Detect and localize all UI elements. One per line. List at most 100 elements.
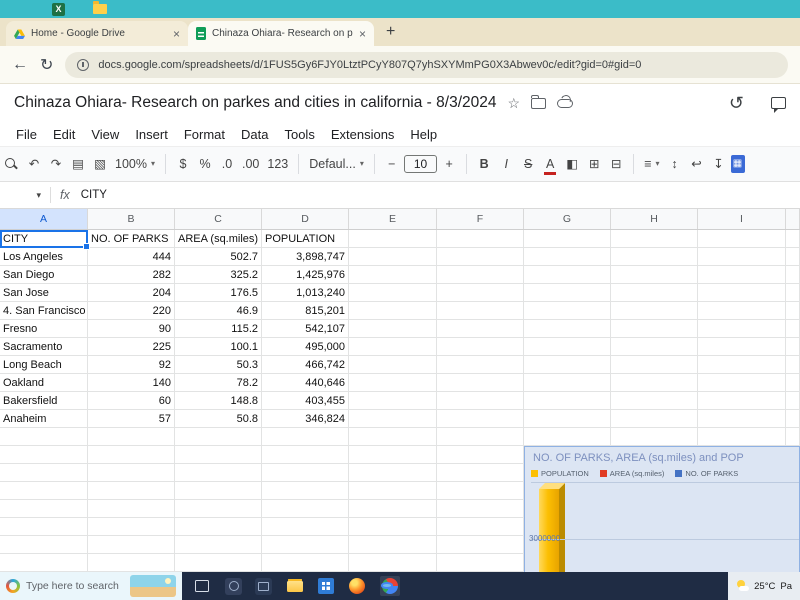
file-explorer-icon[interactable] [285, 576, 305, 596]
cell-A14[interactable] [0, 464, 88, 482]
app-icon-2[interactable] [255, 578, 272, 595]
font-size-input[interactable]: 10 [404, 155, 437, 173]
cell-E11[interactable] [349, 410, 437, 428]
cell-F19[interactable] [437, 554, 524, 572]
cell-G9[interactable] [524, 374, 611, 392]
column-header-D[interactable]: D [262, 209, 349, 229]
cell-C14[interactable] [175, 464, 262, 482]
column-header-G[interactable]: G [524, 209, 611, 229]
cell-E7[interactable] [349, 338, 437, 356]
cell-B19[interactable] [88, 554, 175, 572]
url-bar[interactable]: docs.google.com/spreadsheets/d/1FUS5Gy6F… [65, 52, 788, 78]
cell-B16[interactable] [88, 500, 175, 518]
star-icon[interactable]: ☆ [507, 96, 520, 110]
cell-F5[interactable] [437, 302, 524, 320]
menu-format[interactable]: Format [176, 125, 233, 144]
cell-E3[interactable] [349, 266, 437, 284]
chrome-icon[interactable] [380, 576, 400, 596]
menu-view[interactable]: View [83, 125, 127, 144]
cell-B11[interactable]: 57 [88, 410, 175, 428]
cell-C13[interactable] [175, 446, 262, 464]
column-header-B[interactable]: B [88, 209, 175, 229]
refresh-icon[interactable]: ↻ [40, 55, 53, 75]
cell-A10[interactable]: Bakersfield [0, 392, 88, 410]
cell-E4[interactable] [349, 284, 437, 302]
cell-C4[interactable]: 176.5 [175, 284, 262, 302]
font-family-select[interactable]: Defaul...▾ [306, 154, 367, 175]
cell-J1[interactable] [786, 230, 800, 248]
close-tab-icon[interactable]: × [359, 27, 366, 41]
cell-D17[interactable] [262, 518, 349, 536]
cell-C6[interactable]: 115.2 [175, 320, 262, 338]
cell-G8[interactable] [524, 356, 611, 374]
cell-E15[interactable] [349, 482, 437, 500]
firefox-icon[interactable] [347, 576, 367, 596]
strikethrough-icon[interactable]: S [518, 154, 538, 175]
text-color-icon[interactable]: A [540, 154, 560, 175]
cell-D11[interactable]: 346,824 [262, 410, 349, 428]
menu-extensions[interactable]: Extensions [323, 125, 403, 144]
column-header-C[interactable]: C [175, 209, 262, 229]
cell-I3[interactable] [698, 266, 786, 284]
format-currency-icon[interactable]: $ [173, 154, 193, 175]
column-header-E[interactable]: E [349, 209, 437, 229]
cell-A2[interactable]: Los Angeles [0, 248, 88, 266]
cell-F18[interactable] [437, 536, 524, 554]
menu-edit[interactable]: Edit [45, 125, 83, 144]
cell-I4[interactable] [698, 284, 786, 302]
download-icon[interactable]: ↧ [709, 154, 729, 175]
cell-A16[interactable] [0, 500, 88, 518]
cell-E6[interactable] [349, 320, 437, 338]
cell-F7[interactable] [437, 338, 524, 356]
text-wrap-icon[interactable]: ↩ [687, 154, 707, 175]
cell-I1[interactable] [698, 230, 786, 248]
cell-H9[interactable] [611, 374, 698, 392]
task-view-icon[interactable] [192, 576, 212, 596]
cell-J3[interactable] [786, 266, 800, 284]
cell-C3[interactable]: 325.2 [175, 266, 262, 284]
cell-C2[interactable]: 502.7 [175, 248, 262, 266]
column-header-F[interactable]: F [437, 209, 524, 229]
cell-C10[interactable]: 148.8 [175, 392, 262, 410]
cell-I2[interactable] [698, 248, 786, 266]
cell-J2[interactable] [786, 248, 800, 266]
zoom-select[interactable]: 100%▾ [112, 154, 158, 175]
increase-font-size-icon[interactable]: + [439, 154, 459, 175]
cell-E9[interactable] [349, 374, 437, 392]
tab-home-google-drive[interactable]: Home - Google Drive × [6, 21, 188, 46]
cell-G6[interactable] [524, 320, 611, 338]
cell-H12[interactable] [611, 428, 698, 446]
decrease-font-size-icon[interactable]: − [382, 154, 402, 175]
cell-B15[interactable] [88, 482, 175, 500]
cell-E16[interactable] [349, 500, 437, 518]
cell-F9[interactable] [437, 374, 524, 392]
cell-H5[interactable] [611, 302, 698, 320]
cell-A18[interactable] [0, 536, 88, 554]
cell-E17[interactable] [349, 518, 437, 536]
cell-E13[interactable] [349, 446, 437, 464]
cell-D2[interactable]: 3,898,747 [262, 248, 349, 266]
insert-chart-icon[interactable]: ▦ [731, 155, 745, 173]
excel-icon[interactable]: X [52, 3, 65, 16]
cell-D16[interactable] [262, 500, 349, 518]
cell-E18[interactable] [349, 536, 437, 554]
cell-D7[interactable]: 495,000 [262, 338, 349, 356]
menu-data[interactable]: Data [233, 125, 276, 144]
cell-F1[interactable] [437, 230, 524, 248]
cell-B3[interactable]: 282 [88, 266, 175, 284]
cell-A8[interactable]: Long Beach [0, 356, 88, 374]
column-header-H[interactable]: H [611, 209, 698, 229]
decrease-decimal-icon[interactable]: .0 [217, 154, 237, 175]
cell-D13[interactable] [262, 446, 349, 464]
paint-format-icon[interactable]: ▧ [90, 154, 110, 175]
cell-G3[interactable] [524, 266, 611, 284]
more-formats-icon[interactable]: 123 [264, 154, 291, 175]
cell-D8[interactable]: 466,742 [262, 356, 349, 374]
new-tab-button[interactable]: + [386, 24, 395, 40]
cell-E8[interactable] [349, 356, 437, 374]
cell-J6[interactable] [786, 320, 800, 338]
document-title[interactable]: Chinaza Ohiara- Research on parkes and c… [14, 94, 496, 112]
cell-D19[interactable] [262, 554, 349, 572]
back-icon[interactable]: ← [12, 56, 28, 74]
cell-H2[interactable] [611, 248, 698, 266]
